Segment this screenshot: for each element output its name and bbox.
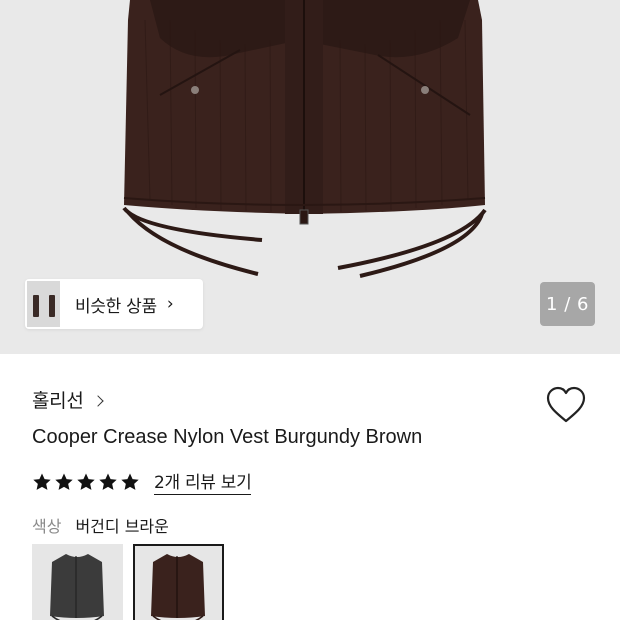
product-image-gallery[interactable]: 비슷한 상품 › 1 / 6 bbox=[0, 0, 620, 354]
brand-link[interactable]: 홀리선 bbox=[32, 386, 104, 413]
review-link[interactable]: 2개 리뷰 보기 bbox=[154, 468, 252, 495]
rating-row: 2개 리뷰 보기 bbox=[32, 468, 252, 495]
star-filled-icon bbox=[55, 473, 73, 490]
similar-products-button[interactable]: 비슷한 상품 › bbox=[25, 279, 203, 329]
color-swatch-burgundy-brown[interactable] bbox=[133, 544, 224, 620]
similar-products-thumbnails bbox=[25, 279, 73, 329]
image-counter: 1 / 6 bbox=[540, 282, 595, 326]
star-rating bbox=[32, 472, 140, 492]
color-option-row: 색상 버건디 브라운 bbox=[32, 513, 169, 537]
star-filled-icon bbox=[121, 473, 139, 490]
star-filled-icon bbox=[99, 473, 117, 490]
color-swatch-charcoal[interactable] bbox=[32, 544, 123, 620]
star-filled-icon bbox=[77, 473, 95, 490]
heart-outline-icon[interactable] bbox=[545, 385, 587, 425]
swatch-vest-burgundy bbox=[151, 554, 205, 620]
similar-products-label: 비슷한 상품 bbox=[75, 296, 157, 317]
product-title: Cooper Crease Nylon Vest Burgundy Brown bbox=[32, 426, 423, 448]
chevron-right-icon bbox=[91, 394, 104, 407]
color-value: 버건디 브라운 bbox=[75, 517, 169, 536]
chevron-right-icon: › bbox=[166, 294, 174, 314]
color-label: 색상 bbox=[32, 517, 62, 536]
swatch-vest-charcoal bbox=[50, 554, 104, 620]
star-filled-icon bbox=[33, 473, 51, 490]
brand-name: 홀리선 bbox=[32, 390, 84, 412]
